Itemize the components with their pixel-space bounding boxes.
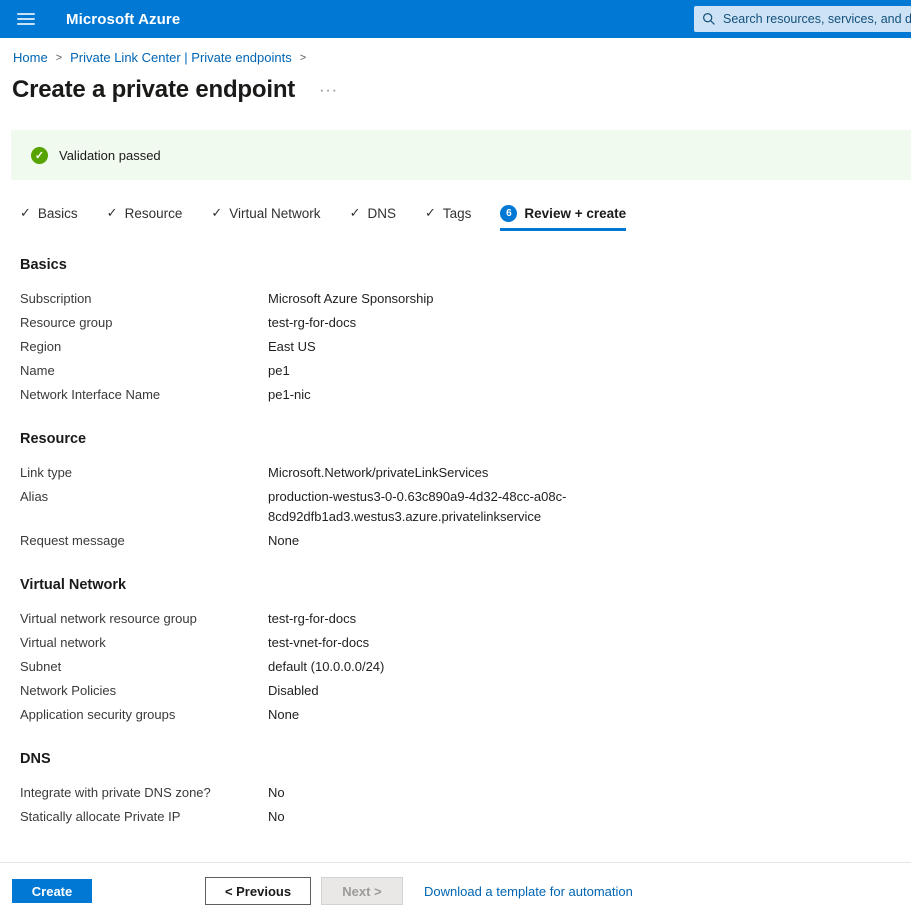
step-number-badge: 6 bbox=[500, 205, 517, 222]
review-row: Alias production-westus3-0-0.63c890a9-4d… bbox=[20, 485, 911, 529]
hamburger-menu-button[interactable] bbox=[15, 9, 37, 29]
global-search-box[interactable] bbox=[694, 6, 911, 32]
section-title: Resource bbox=[20, 431, 911, 447]
checkmark-icon: ✓ bbox=[107, 205, 118, 221]
tab-basics[interactable]: ✓ Basics bbox=[20, 205, 78, 231]
success-check-icon: ✓ bbox=[31, 147, 48, 164]
azure-top-bar: Microsoft Azure bbox=[0, 0, 911, 38]
review-row: Integrate with private DNS zone? No bbox=[20, 781, 911, 805]
row-value: default (10.0.0.0/24) bbox=[268, 655, 384, 679]
download-template-link[interactable]: Download a template for automation bbox=[424, 884, 633, 899]
tab-label: Virtual Network bbox=[229, 206, 320, 221]
tab-dns[interactable]: ✓ DNS bbox=[350, 205, 396, 231]
review-content: Basics Subscription Microsoft Azure Spon… bbox=[20, 257, 911, 829]
row-label: Statically allocate Private IP bbox=[20, 805, 268, 829]
checkmark-icon: ✓ bbox=[425, 205, 436, 221]
tab-label: DNS bbox=[367, 206, 396, 221]
row-label: Region bbox=[20, 335, 268, 359]
wizard-tab-bar: ✓ Basics ✓ Resource ✓ Virtual Network ✓ … bbox=[20, 205, 911, 231]
section-dns: DNS Integrate with private DNS zone? No … bbox=[20, 751, 911, 829]
review-row: Statically allocate Private IP No bbox=[20, 805, 911, 829]
more-options-button[interactable]: ··· bbox=[319, 82, 338, 100]
row-value: No bbox=[268, 781, 285, 805]
review-row: Link type Microsoft.Network/privateLinkS… bbox=[20, 461, 911, 485]
row-label: Integrate with private DNS zone? bbox=[20, 781, 268, 805]
footer-action-bar: Create < Previous Next > Download a temp… bbox=[0, 862, 911, 919]
tab-label: Review + create bbox=[524, 206, 626, 221]
validation-banner: ✓ Validation passed bbox=[11, 130, 911, 180]
search-input[interactable] bbox=[723, 12, 911, 26]
row-label: Alias bbox=[20, 485, 268, 529]
review-row: Subscription Microsoft Azure Sponsorship bbox=[20, 287, 911, 311]
create-private-endpoint-page: Microsoft Azure Home > Private Link Cent… bbox=[0, 0, 911, 919]
tab-label: Tags bbox=[443, 206, 472, 221]
hamburger-icon bbox=[17, 13, 35, 25]
review-row: Virtual network resource group test-rg-f… bbox=[20, 607, 911, 631]
breadcrumb-private-link-center-link[interactable]: Private Link Center | Private endpoints bbox=[70, 50, 292, 65]
tab-virtual-network[interactable]: ✓ Virtual Network bbox=[211, 205, 320, 231]
row-value: test-vnet-for-docs bbox=[268, 631, 369, 655]
row-label: Resource group bbox=[20, 311, 268, 335]
section-title: Basics bbox=[20, 257, 911, 273]
row-value: None bbox=[268, 529, 299, 553]
checkmark-icon: ✓ bbox=[20, 205, 31, 221]
review-row: Resource group test-rg-for-docs bbox=[20, 311, 911, 335]
ellipsis-icon: ··· bbox=[319, 82, 338, 99]
next-button: Next > bbox=[321, 877, 403, 905]
section-basics: Basics Subscription Microsoft Azure Spon… bbox=[20, 257, 911, 407]
previous-button[interactable]: < Previous bbox=[205, 877, 311, 905]
tab-tags[interactable]: ✓ Tags bbox=[425, 205, 471, 231]
row-value: Disabled bbox=[268, 679, 319, 703]
row-label: Virtual network resource group bbox=[20, 607, 268, 631]
search-icon bbox=[702, 12, 716, 26]
review-row: Virtual network test-vnet-for-docs bbox=[20, 631, 911, 655]
row-value: test-rg-for-docs bbox=[268, 607, 356, 631]
row-label: Application security groups bbox=[20, 703, 268, 727]
row-label: Virtual network bbox=[20, 631, 268, 655]
row-value: None bbox=[268, 703, 299, 727]
breadcrumb-home-link[interactable]: Home bbox=[13, 50, 48, 65]
create-button[interactable]: Create bbox=[12, 879, 92, 903]
chevron-right-icon: > bbox=[56, 52, 62, 64]
tab-resource[interactable]: ✓ Resource bbox=[107, 205, 183, 231]
row-label: Subnet bbox=[20, 655, 268, 679]
row-value: Microsoft.Network/privateLinkServices bbox=[268, 461, 488, 485]
review-row: Application security groups None bbox=[20, 703, 911, 727]
check-glyph: ✓ bbox=[35, 149, 44, 162]
review-row: Subnet default (10.0.0.0/24) bbox=[20, 655, 911, 679]
row-value: pe1-nic bbox=[268, 383, 311, 407]
row-label: Subscription bbox=[20, 287, 268, 311]
section-resource: Resource Link type Microsoft.Network/pri… bbox=[20, 431, 911, 553]
checkmark-icon: ✓ bbox=[350, 205, 361, 221]
review-row: Name pe1 bbox=[20, 359, 911, 383]
row-label: Network Interface Name bbox=[20, 383, 268, 407]
review-row: Region East US bbox=[20, 335, 911, 359]
row-value: production-westus3-0-0.63c890a9-4d32-48c… bbox=[268, 485, 586, 529]
row-value: No bbox=[268, 805, 285, 829]
row-value: East US bbox=[268, 335, 316, 359]
page-title: Create a private endpoint bbox=[12, 76, 295, 104]
row-label: Request message bbox=[20, 529, 268, 553]
row-label: Network Policies bbox=[20, 679, 268, 703]
tab-review-create[interactable]: 6 Review + create bbox=[500, 205, 626, 231]
row-value: test-rg-for-docs bbox=[268, 311, 356, 335]
app-title[interactable]: Microsoft Azure bbox=[66, 11, 180, 28]
review-row: Network Policies Disabled bbox=[20, 679, 911, 703]
tab-label: Basics bbox=[38, 206, 78, 221]
section-virtual-network: Virtual Network Virtual network resource… bbox=[20, 577, 911, 727]
chevron-right-icon: > bbox=[300, 52, 306, 64]
row-label: Link type bbox=[20, 461, 268, 485]
row-value: Microsoft Azure Sponsorship bbox=[268, 287, 433, 311]
breadcrumb: Home > Private Link Center | Private end… bbox=[13, 50, 911, 65]
review-row: Network Interface Name pe1-nic bbox=[20, 383, 911, 407]
page-header: Create a private endpoint ··· bbox=[12, 76, 911, 104]
validation-message: Validation passed bbox=[59, 148, 161, 163]
checkmark-icon: ✓ bbox=[211, 205, 222, 221]
row-value: pe1 bbox=[268, 359, 290, 383]
tab-label: Resource bbox=[125, 206, 183, 221]
section-title: Virtual Network bbox=[20, 577, 911, 593]
review-row: Request message None bbox=[20, 529, 911, 553]
row-label: Name bbox=[20, 359, 268, 383]
section-title: DNS bbox=[20, 751, 911, 767]
